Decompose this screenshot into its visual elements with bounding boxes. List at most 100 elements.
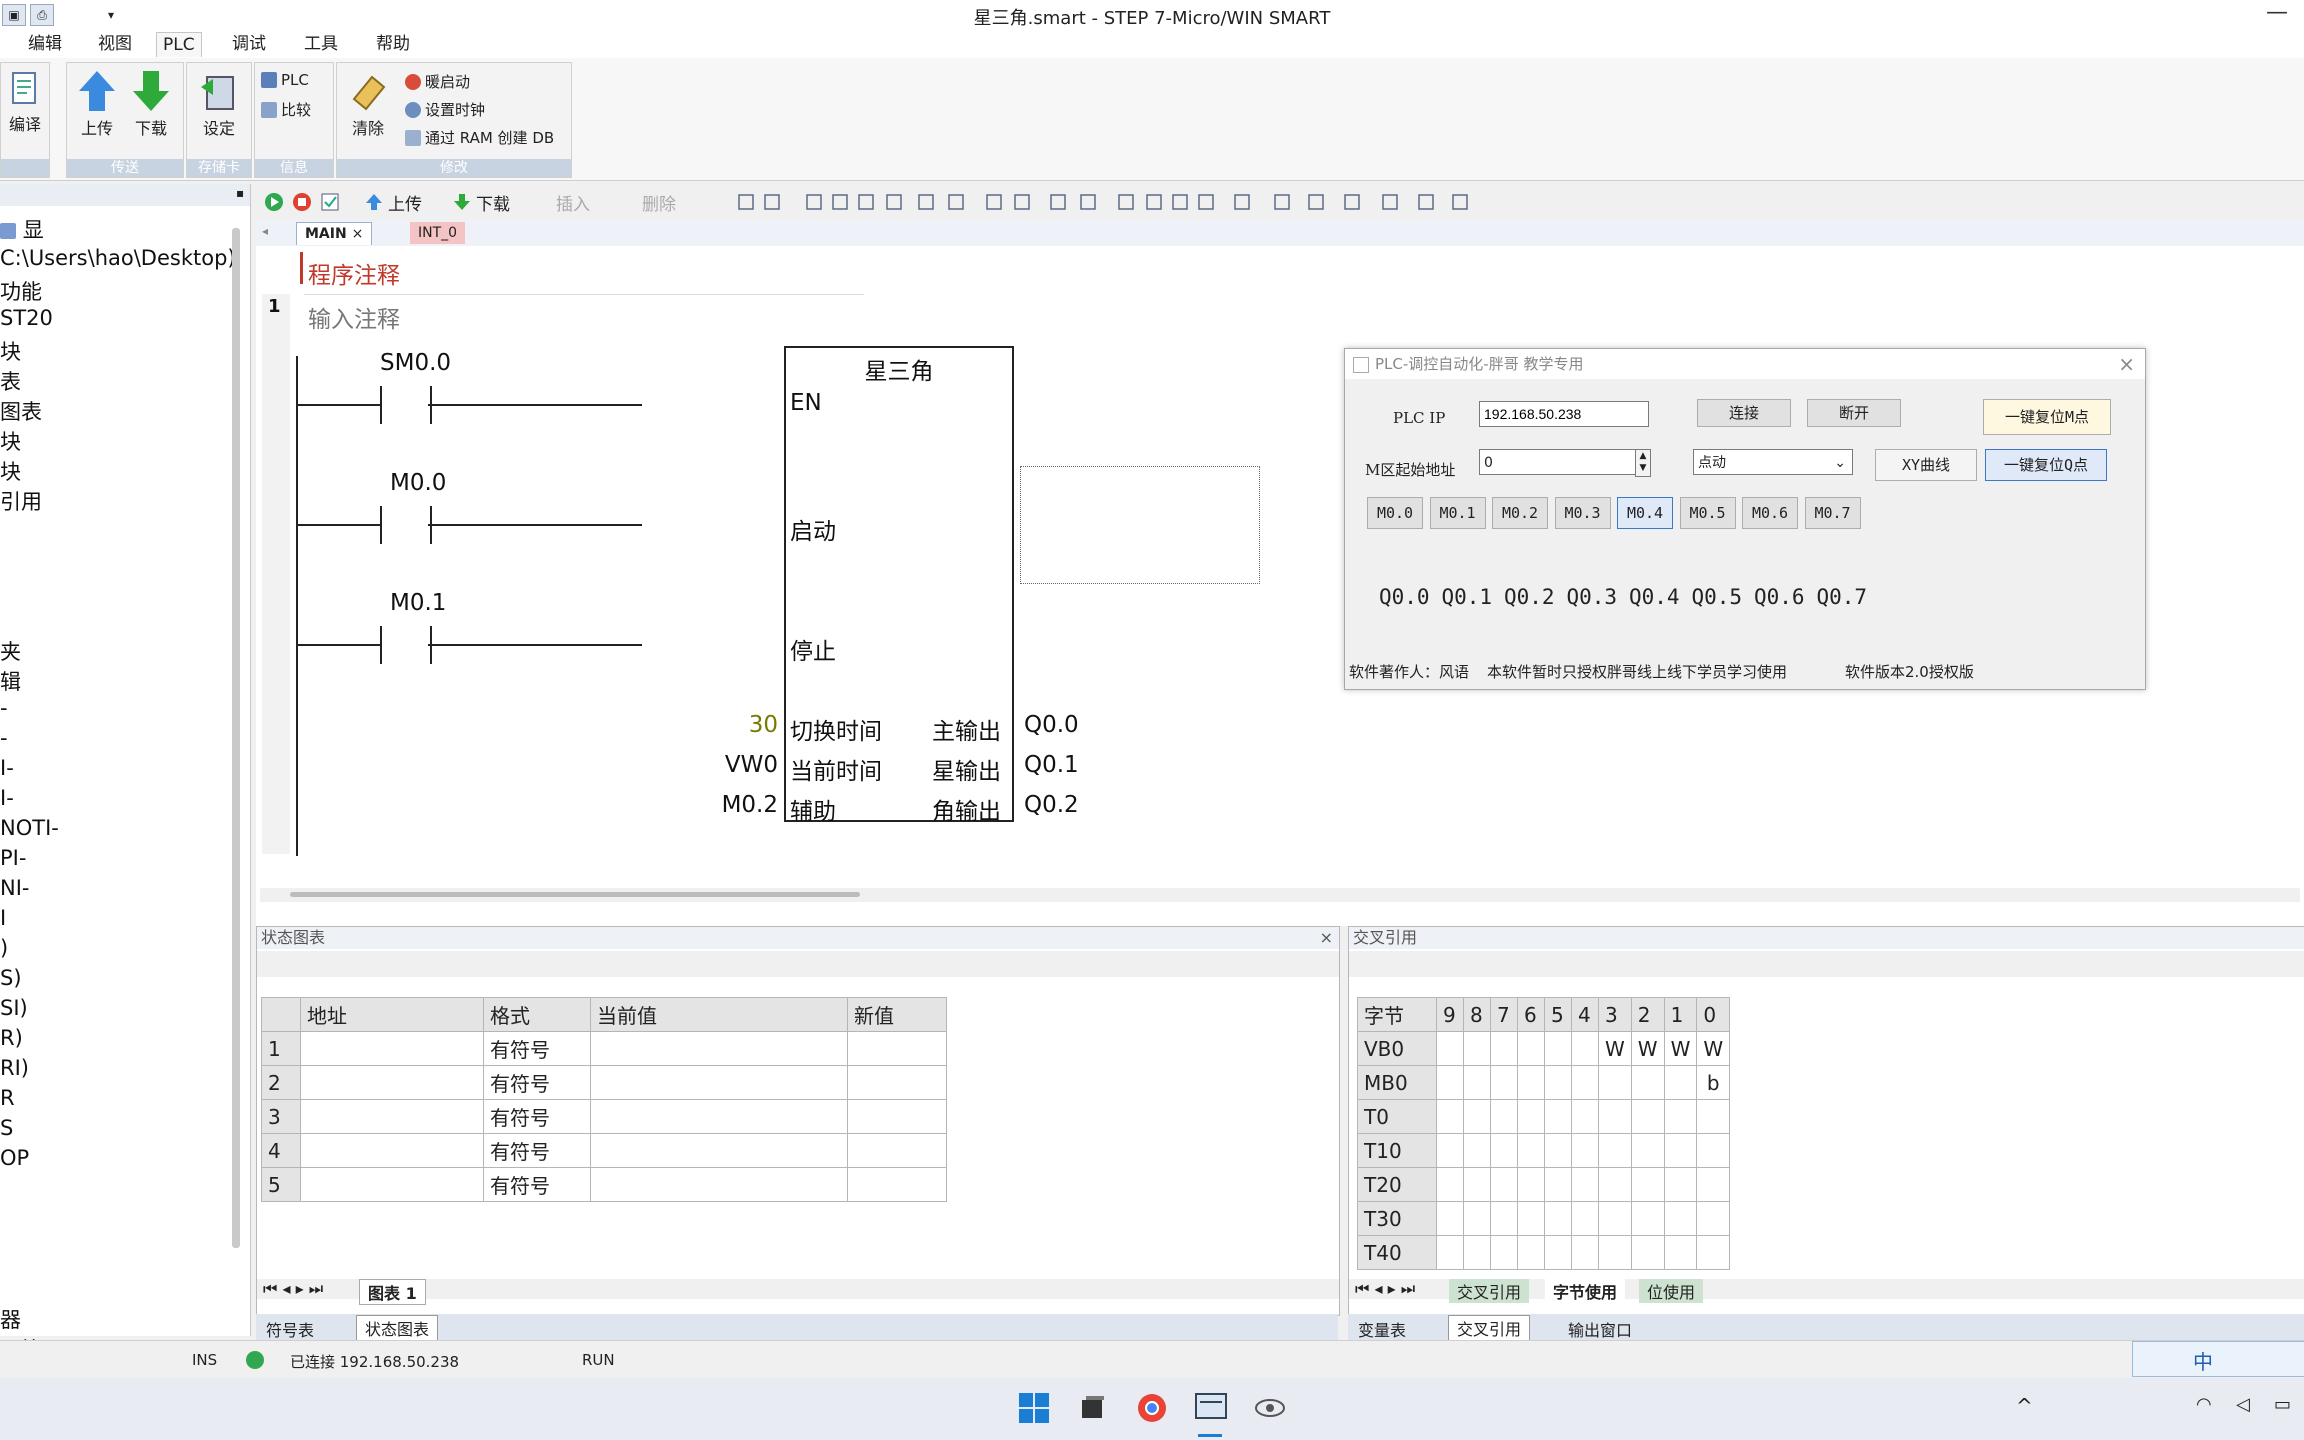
output-value-main[interactable]: Q0.0 bbox=[1024, 712, 1079, 738]
dialog-close-icon[interactable]: × bbox=[2118, 349, 2135, 379]
cell-fmt[interactable]: 有符号 bbox=[483, 1133, 591, 1168]
toolbar-delete[interactable]: 删除 bbox=[642, 190, 676, 215]
cell-cur[interactable] bbox=[590, 1133, 848, 1168]
step7-app-icon[interactable] bbox=[1194, 1390, 1228, 1424]
cell-new[interactable] bbox=[847, 1099, 947, 1134]
scroll-left-icon[interactable]: ◂ bbox=[262, 224, 268, 238]
cell-fmt[interactable]: 有符号 bbox=[483, 1031, 591, 1066]
tab-output-window[interactable]: 输出窗口 bbox=[1568, 1317, 1632, 1341]
cell-new[interactable] bbox=[847, 1133, 947, 1168]
mode-select[interactable]: 点动 ⌄ bbox=[1693, 449, 1853, 475]
tree-item[interactable]: NI- bbox=[0, 876, 29, 900]
find-icon[interactable] bbox=[1380, 192, 1400, 212]
toolbar-download[interactable]: 下载 bbox=[476, 190, 510, 215]
compare-button[interactable]: 比较 bbox=[261, 99, 311, 120]
disconnect-button[interactable]: 断开 bbox=[1807, 399, 1901, 427]
m-addr-input[interactable]: 0 bbox=[1479, 449, 1643, 475]
table-row[interactable]: 1 有符号 bbox=[261, 1031, 947, 1066]
sheet-tab-1[interactable]: 图表 1 bbox=[359, 1279, 426, 1305]
cell-addr[interactable] bbox=[300, 1133, 484, 1168]
tree-item[interactable]: OP bbox=[0, 1146, 29, 1170]
input-value-aux[interactable]: M0.2 bbox=[704, 792, 778, 818]
cell-new[interactable] bbox=[847, 1031, 947, 1066]
table-icon[interactable] bbox=[1306, 192, 1326, 212]
tree-item[interactable]: 引用 bbox=[0, 486, 42, 516]
m-bit-button[interactable]: M0.1 bbox=[1429, 497, 1486, 529]
wifi-icon[interactable]: ◠ bbox=[2196, 1394, 2212, 1415]
sheet-nav-icon[interactable]: ⏮ ◂ ▸ ⏭ bbox=[263, 1279, 323, 1299]
network-comment[interactable]: 输入注释 bbox=[308, 300, 400, 334]
battery-icon[interactable]: ▭ bbox=[2274, 1394, 2291, 1415]
m-bit-button[interactable]: M0.5 bbox=[1679, 497, 1736, 529]
table-row[interactable]: 5 有符号 bbox=[261, 1167, 947, 1202]
download-button[interactable]: 下载 bbox=[127, 69, 175, 139]
upload-button[interactable]: 上传 bbox=[73, 69, 121, 139]
tree-root[interactable]: 显 bbox=[0, 214, 44, 244]
edit-icon[interactable] bbox=[1342, 192, 1362, 212]
tree-item[interactable]: ST20 bbox=[0, 306, 53, 330]
tree-item[interactable]: I- bbox=[0, 756, 14, 780]
properties-icon[interactable] bbox=[1450, 192, 1470, 212]
coil-icon[interactable] bbox=[1196, 192, 1216, 212]
line-down-icon[interactable] bbox=[1078, 192, 1098, 212]
tray-chevron-up-icon[interactable]: ^ bbox=[2016, 1394, 2033, 1418]
xy-curve-button[interactable]: XY曲线 bbox=[1875, 449, 1977, 481]
selection-box[interactable] bbox=[1020, 466, 1260, 584]
upload-small-icon[interactable] bbox=[364, 192, 384, 212]
tree-item[interactable]: I bbox=[0, 906, 6, 930]
windows-start-icon[interactable] bbox=[1018, 1392, 1050, 1424]
tree-item[interactable]: 功能 bbox=[0, 276, 42, 306]
tab-help[interactable]: 帮助 bbox=[370, 32, 416, 56]
toolbar-insert[interactable]: 插入 bbox=[556, 190, 590, 215]
cell-new[interactable] bbox=[847, 1167, 947, 1202]
cell-cur[interactable] bbox=[590, 1031, 848, 1066]
cell-cur[interactable] bbox=[590, 1065, 848, 1100]
output-value-star[interactable]: Q0.1 bbox=[1024, 752, 1079, 778]
cell-cur[interactable] bbox=[590, 1099, 848, 1134]
plc-info-button[interactable]: PLC bbox=[261, 71, 309, 89]
lock-all-icon[interactable] bbox=[984, 192, 1004, 212]
eye-icon[interactable] bbox=[1254, 1392, 1286, 1424]
tree-item[interactable]: 图表 bbox=[0, 396, 42, 426]
tree-item[interactable]: 辑 bbox=[0, 666, 21, 696]
symbol-icon[interactable] bbox=[1272, 192, 1292, 212]
tab-cross-ref-bottom[interactable]: 交叉引用 bbox=[1448, 1315, 1531, 1341]
tab-view[interactable]: 视图 bbox=[92, 32, 138, 56]
m-bit-button[interactable]: M0.6 bbox=[1742, 497, 1798, 529]
panel-close-icon[interactable]: × bbox=[1320, 927, 1333, 949]
volume-icon[interactable]: ◁ bbox=[2236, 1394, 2250, 1415]
lock-icon[interactable] bbox=[946, 192, 966, 212]
function-block[interactable] bbox=[784, 346, 1014, 822]
connect-button[interactable]: 连接 bbox=[1697, 399, 1791, 427]
jump-icon[interactable] bbox=[916, 192, 936, 212]
stop-icon[interactable] bbox=[292, 192, 312, 212]
bookmark-icon[interactable] bbox=[1416, 192, 1436, 212]
line-branch-icon[interactable] bbox=[1048, 192, 1068, 212]
insert-row-icon[interactable] bbox=[804, 192, 824, 212]
settings-button[interactable]: 设定 bbox=[195, 69, 243, 139]
cell-addr[interactable] bbox=[300, 1065, 484, 1100]
tree-item[interactable]: S bbox=[0, 1116, 13, 1140]
cell-fmt[interactable]: 有符号 bbox=[483, 1065, 591, 1100]
download-small-icon[interactable] bbox=[452, 192, 472, 212]
browser-icon[interactable] bbox=[1136, 1392, 1168, 1424]
tree-item[interactable]: SI) bbox=[0, 996, 28, 1020]
toolbar-upload[interactable]: 上传 bbox=[388, 190, 422, 215]
m-bit-button[interactable]: M0.2 bbox=[1492, 497, 1548, 529]
contact-2[interactable] bbox=[380, 506, 432, 544]
contact-1[interactable] bbox=[380, 386, 432, 424]
table-row[interactable]: 3 有符号 bbox=[261, 1099, 947, 1134]
delete-branch-icon[interactable] bbox=[884, 192, 904, 212]
m-bit-button[interactable]: M0.7 bbox=[1804, 497, 1861, 529]
program-comment[interactable]: 程序注释 bbox=[308, 256, 400, 290]
xref-nav-icon[interactable]: ⏮ ◂ ▸ ⏭ bbox=[1355, 1279, 1415, 1299]
tree-item[interactable]: 块 bbox=[0, 456, 21, 486]
tree-item[interactable]: I- bbox=[0, 786, 14, 810]
contact-icon[interactable] bbox=[1170, 192, 1190, 212]
tab-edit[interactable]: 编辑 bbox=[22, 32, 68, 56]
compile-button[interactable]: 编译 bbox=[5, 69, 45, 135]
tree-item[interactable]: R) bbox=[0, 1026, 23, 1050]
tree-item[interactable]: 表 bbox=[0, 366, 21, 396]
line-right-icon[interactable] bbox=[1144, 192, 1164, 212]
tab-plc[interactable]: PLC bbox=[156, 32, 202, 57]
